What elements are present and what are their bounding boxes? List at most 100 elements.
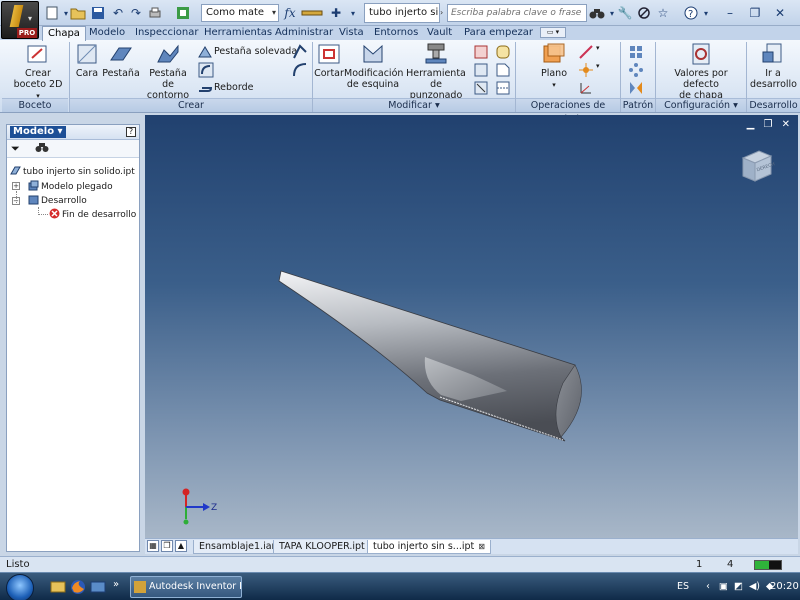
tab-inspeccionar[interactable]: Inspeccionar — [130, 26, 203, 40]
volume-icon[interactable]: ◀) — [749, 581, 760, 592]
ucs-icon[interactable] — [578, 80, 594, 96]
customize-qa-icon[interactable]: ▾ — [345, 5, 361, 21]
network-icon[interactable]: ▣ — [719, 581, 728, 592]
tab-modelo[interactable]: Modelo — [84, 26, 130, 40]
help-dropdown-icon[interactable]: ▾ — [698, 5, 714, 21]
tree-item-part[interactable]: tubo injerto sin solido.ipt — [10, 165, 135, 178]
minimize-view-icon[interactable]: ▁ — [747, 119, 755, 130]
cascade-windows-icon[interactable]: ❐ — [161, 540, 173, 552]
language-indicator[interactable]: ES — [677, 581, 689, 592]
ribbon-minimize-button[interactable]: ▭ ▾ — [540, 27, 566, 38]
undo-icon[interactable]: ↶ — [110, 5, 126, 21]
tree-item-flat-pattern[interactable]: Desarrollo — [28, 194, 87, 207]
contour-flange-button[interactable]: Pestaña de contorno — [140, 42, 196, 101]
work-axis-icon[interactable] — [578, 44, 594, 60]
work-plane-button[interactable]: Plano ▾ — [532, 42, 576, 98]
communication-center-icon[interactable] — [636, 5, 652, 21]
restore-view-icon[interactable]: ❐ — [763, 119, 772, 130]
tile-windows-icon[interactable]: ▦ — [147, 540, 159, 552]
expand-icon[interactable]: + — [12, 182, 20, 190]
tray-expand-icon[interactable]: ‹ — [706, 581, 710, 592]
hem-label: Reborde — [214, 82, 254, 93]
corner-seam-button[interactable]: Modificación de esquina — [344, 42, 403, 98]
cosmetic-centerline-icon[interactable] — [495, 80, 511, 96]
restore-window-icon[interactable]: ❐ — [747, 5, 763, 21]
print-icon[interactable] — [147, 5, 163, 21]
document-tab-active[interactable]: tubo injerto sin s...ipt ⊠ — [367, 540, 491, 554]
refold-icon[interactable] — [473, 80, 489, 96]
browser-help-icon[interactable]: ? — [126, 127, 136, 137]
sheet-metal-part[interactable] — [275, 265, 595, 465]
mirror-icon[interactable] — [628, 80, 644, 96]
appearance-combo[interactable]: Como mate ▾ — [201, 4, 279, 22]
redo-icon[interactable]: ↷ — [128, 5, 144, 21]
start-button[interactable] — [6, 574, 34, 600]
minimize-window-icon[interactable]: – — [722, 5, 738, 21]
graphics-viewport[interactable]: ▁ ❐ ✕ DERECHA Z — [145, 115, 798, 538]
quick-launch-overflow-icon[interactable]: » — [113, 579, 119, 590]
work-point-icon[interactable] — [578, 62, 594, 78]
fold-icon[interactable] — [292, 44, 308, 60]
firefox-icon[interactable] — [70, 579, 86, 595]
help-icon[interactable]: ? — [683, 5, 699, 21]
add-icon[interactable]: ✚ — [328, 5, 344, 21]
search-input[interactable]: Escriba palabra clave o frase — [447, 4, 587, 22]
rip-icon[interactable] — [473, 44, 489, 60]
unfold-icon[interactable] — [473, 62, 489, 78]
contour-flange-label-1: Pestaña — [149, 68, 187, 79]
viewcube[interactable]: DERECHA — [739, 148, 775, 184]
corner-round-icon[interactable] — [495, 44, 511, 60]
document-tab[interactable]: TAPA KLOOPER.ipt — [273, 540, 371, 554]
update-icon[interactable] — [175, 5, 191, 21]
punch-tool-button[interactable]: Herramienta de punzonado — [402, 42, 470, 101]
filter-icon[interactable]: ⏷ — [11, 142, 20, 156]
tab-vista[interactable]: Vista — [334, 26, 369, 40]
face-button[interactable]: Cara — [72, 42, 102, 98]
chevron-down-icon[interactable]: ▾ — [596, 62, 612, 78]
flat-pattern-label-1: Ir a — [765, 68, 781, 79]
security-icon[interactable]: ◩ — [734, 581, 743, 592]
tab-herramientas[interactable]: Herramientas — [199, 26, 277, 40]
taskbar-inventor-button[interactable]: Autodesk Inventor P... — [130, 576, 242, 598]
tree-connector — [38, 214, 48, 215]
function-icon[interactable]: fx — [282, 5, 298, 21]
cut-button[interactable]: Cortar — [314, 42, 344, 98]
rectangular-pattern-icon[interactable] — [628, 44, 644, 60]
corner-chamfer-icon[interactable] — [495, 62, 511, 78]
close-tab-icon[interactable]: ⊠ — [478, 542, 485, 551]
lofted-flange-button[interactable]: Pestaña solevada — [198, 44, 297, 60]
browser-title-dropdown[interactable]: Modelo ▾ — [10, 126, 66, 138]
save-icon[interactable] — [90, 5, 106, 21]
flange-button[interactable]: Pestaña — [102, 42, 140, 98]
flange-icon — [110, 47, 132, 61]
windows-taskbar: » Autodesk Inventor P... ES ‹ ▣ ◩ ◀) ◆ 2… — [0, 572, 800, 600]
tab-para-empezar[interactable]: Para empezar — [459, 26, 538, 40]
close-view-icon[interactable]: ✕ — [782, 119, 790, 130]
subscription-key-icon[interactable]: 🔧 — [617, 5, 633, 21]
open-folder-icon[interactable] — [70, 5, 86, 21]
sheet-metal-defaults-button[interactable]: Valores por defecto de chapa — [657, 42, 745, 101]
circular-pattern-icon[interactable] — [628, 62, 644, 78]
tab-administrar[interactable]: Administrar — [270, 26, 338, 40]
explorer-icon[interactable] — [50, 579, 66, 595]
find-binoculars-icon[interactable] — [35, 141, 49, 157]
tree-item-folded-model[interactable]: Modelo plegado — [28, 180, 113, 193]
roll-icon[interactable] — [198, 62, 214, 78]
favorites-star-icon[interactable]: ☆ — [655, 5, 671, 21]
chevron-down-icon[interactable]: ▾ — [596, 44, 612, 60]
create-2d-sketch-button[interactable]: Crear boceto 2D ▾ — [12, 42, 64, 100]
tab-list-up-icon[interactable]: ▲ — [175, 540, 187, 552]
tab-chapa[interactable]: Chapa — [42, 26, 86, 41]
bend-icon[interactable] — [292, 62, 308, 78]
close-window-icon[interactable]: ✕ — [772, 5, 788, 21]
taskbar-clock[interactable]: 20:20 — [770, 573, 799, 600]
measure-icon[interactable] — [300, 5, 324, 21]
tree-item-end-of-flat-pattern[interactable]: Fin de desarrollo — [49, 208, 136, 221]
show-desktop-icon[interactable] — [90, 579, 106, 595]
go-to-flat-pattern-button[interactable]: Ir a desarrollo — [750, 42, 797, 98]
binoculars-icon[interactable] — [589, 5, 605, 21]
tab-entornos[interactable]: Entornos — [369, 26, 423, 40]
application-menu-button[interactable]: ▾ PRO — [1, 1, 39, 39]
tab-vault[interactable]: Vault — [422, 26, 457, 40]
hem-button[interactable]: Reborde — [198, 80, 253, 96]
